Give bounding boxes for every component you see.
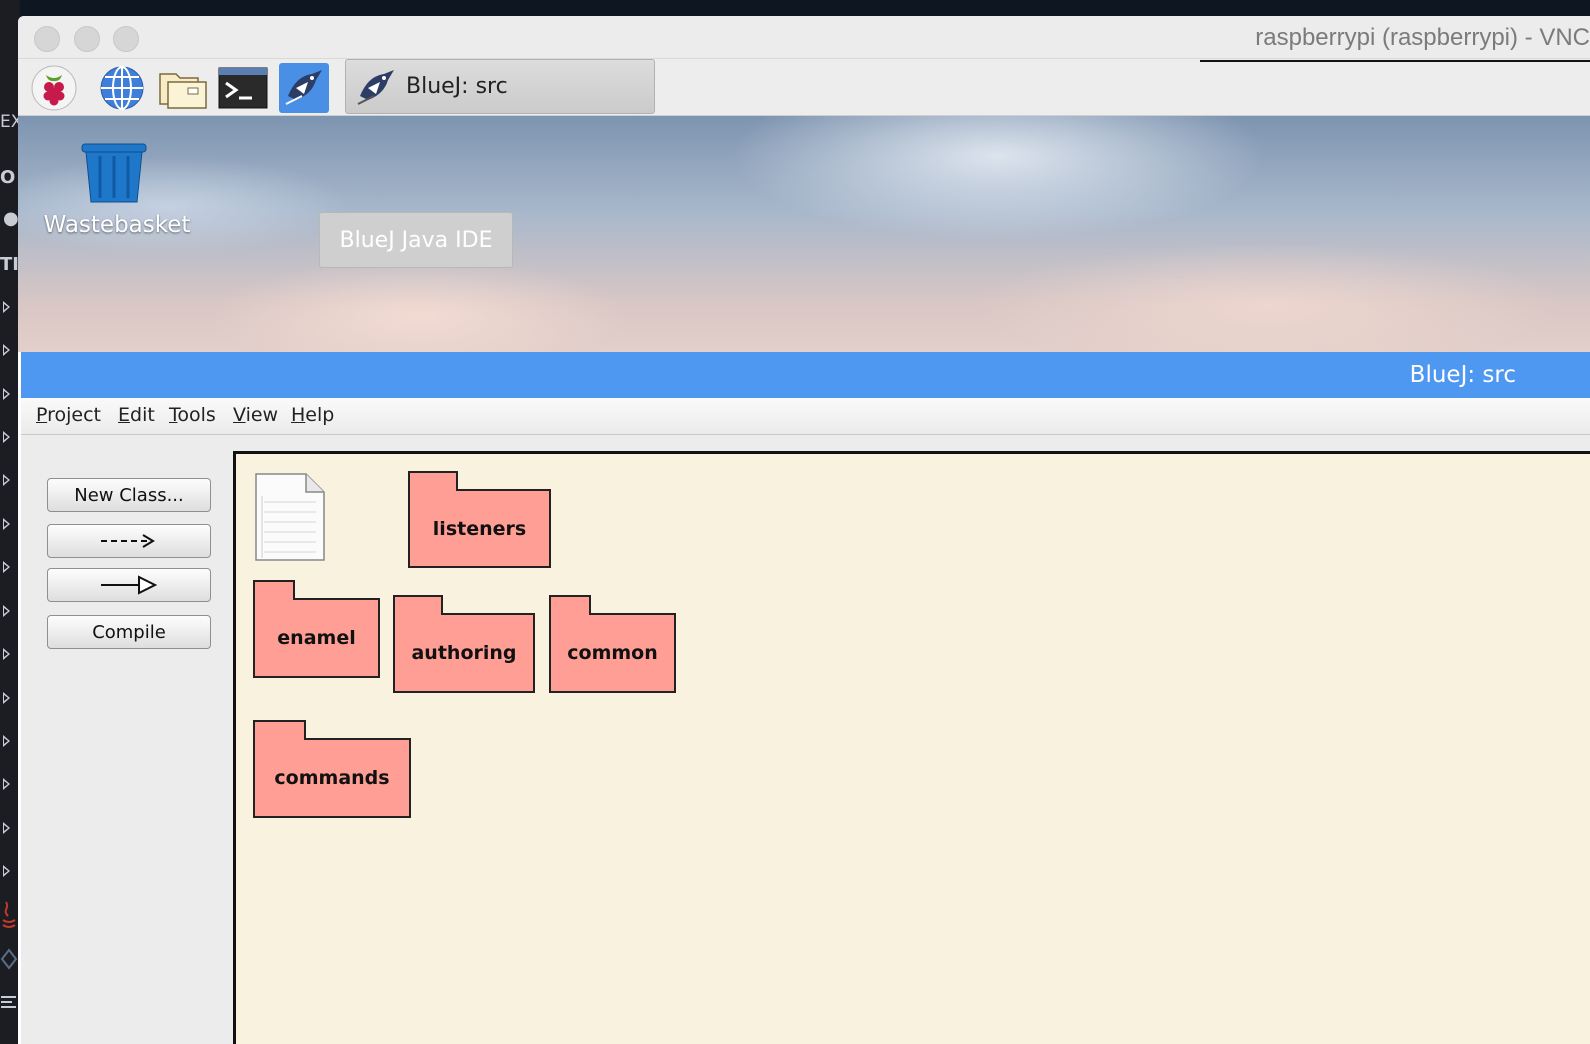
- minimize-window-button[interactable]: [74, 26, 100, 52]
- package-listeners-label: listeners: [408, 489, 551, 568]
- host-expand-arrow-icon[interactable]: [3, 344, 10, 356]
- close-window-button[interactable]: [34, 26, 60, 52]
- globe-icon: [100, 66, 144, 110]
- package-commands-label: commands: [253, 738, 411, 818]
- list-icon[interactable]: [0, 994, 18, 1012]
- zoom-window-button[interactable]: [113, 26, 139, 52]
- file-manager-button[interactable]: [158, 63, 208, 113]
- package-common[interactable]: common: [549, 595, 676, 693]
- host-expand-arrow-icon[interactable]: [3, 865, 10, 877]
- folder-icon: [159, 73, 207, 109]
- inheritance-arrow-button[interactable]: [47, 568, 211, 602]
- bluej-titlebar[interactable]: BlueJ: src: [21, 352, 1590, 398]
- host-expand-arrow-icon[interactable]: [3, 735, 10, 747]
- package-tab-join: [255, 598, 293, 602]
- menu-tools[interactable]: Tools: [169, 404, 216, 426]
- dashed-arrow-icon: [101, 534, 155, 548]
- wastebasket[interactable]: [80, 140, 148, 208]
- host-expand-arrow-icon[interactable]: [3, 822, 10, 834]
- package-tab-join: [410, 489, 456, 493]
- terminal-button[interactable]: [218, 63, 268, 113]
- host-expand-arrow-icon[interactable]: [3, 605, 10, 617]
- bluej-window-title: BlueJ: src: [1409, 362, 1516, 388]
- compile-button[interactable]: Compile: [47, 615, 211, 649]
- pi-taskbar: BlueJ: src: [18, 59, 1590, 116]
- menu-project[interactable]: Project: [36, 404, 101, 426]
- wastebasket-label: Wastebasket: [43, 212, 191, 238]
- dependency-arrow-button[interactable]: [47, 524, 211, 558]
- bluej-launcher-button[interactable]: [279, 63, 329, 113]
- package-enamel-label: enamel: [253, 598, 380, 678]
- host-label-o: O: [0, 167, 16, 188]
- bluej-window: BlueJ: src Project Edit Tools View Help …: [21, 352, 1590, 1044]
- host-expand-arrow-icon[interactable]: [3, 561, 10, 573]
- package-tab-join: [255, 738, 304, 742]
- vnc-window: raspberrypi (raspberrypi) - VNC BlueJ: s…: [18, 16, 1590, 1044]
- host-expand-arrow-icon[interactable]: [3, 301, 10, 313]
- web-browser-button[interactable]: [97, 63, 147, 113]
- menu-help[interactable]: Help: [291, 404, 334, 426]
- menu-edit[interactable]: Edit: [118, 404, 155, 426]
- package-common-label: common: [549, 613, 676, 693]
- host-expand-arrow-icon[interactable]: [3, 431, 10, 443]
- readme-document-icon[interactable]: [254, 472, 326, 562]
- bluej-icon: [285, 70, 322, 105]
- class-diagram-canvas[interactable]: listeners enamel authoring common comman…: [233, 451, 1590, 1044]
- bluej-task-button[interactable]: BlueJ: src: [345, 59, 655, 114]
- raspberry-menu-button[interactable]: [29, 63, 79, 113]
- package-listeners[interactable]: listeners: [408, 471, 551, 568]
- bluej-tool-panel: New Class... Compile: [21, 435, 231, 1044]
- host-expand-arrow-icon[interactable]: [3, 518, 10, 530]
- bluej-menubar: Project Edit Tools View Help: [21, 398, 1590, 435]
- package-authoring-label: authoring: [393, 613, 535, 693]
- package-commands[interactable]: commands: [253, 720, 411, 818]
- package-authoring[interactable]: authoring: [393, 595, 535, 693]
- host-label-ex: EX: [0, 112, 23, 132]
- host-expand-arrow-icon[interactable]: [3, 474, 10, 486]
- package-enamel[interactable]: enamel: [253, 580, 380, 678]
- task-button-label: BlueJ: src: [406, 74, 508, 99]
- launcher-tooltip: BlueJ Java IDE: [319, 212, 513, 268]
- menu-view[interactable]: View: [233, 404, 278, 426]
- host-expand-arrow-icon[interactable]: [3, 778, 10, 790]
- raspberry-icon: [31, 65, 77, 111]
- git-icon[interactable]: [0, 948, 18, 970]
- vnc-window-title: raspberrypi (raspberrypi) - VNC: [1255, 24, 1590, 51]
- pi-desktop: Wastebasket BlueJ Java IDE: [18, 116, 1590, 352]
- bluej-icon: [357, 70, 394, 105]
- host-label-ti: TI: [0, 254, 19, 275]
- vnc-titlebar[interactable]: raspberrypi (raspberrypi) - VNC: [18, 16, 1590, 59]
- package-tab-join: [551, 613, 589, 617]
- inheritance-arrow-icon: [101, 575, 158, 595]
- java-icon[interactable]: [0, 900, 18, 930]
- host-expand-arrow-icon[interactable]: [3, 692, 10, 704]
- host-expand-arrow-icon[interactable]: [3, 388, 10, 400]
- terminal-icon: [218, 67, 268, 109]
- taskbar-divider: [1200, 60, 1590, 62]
- host-expand-arrow-icon[interactable]: [3, 648, 10, 660]
- package-tab-join: [395, 613, 441, 617]
- new-class-button[interactable]: New Class...: [47, 478, 211, 512]
- host-sidebar: EX O ● TI: [0, 0, 23, 1044]
- trash-icon: [81, 143, 147, 203]
